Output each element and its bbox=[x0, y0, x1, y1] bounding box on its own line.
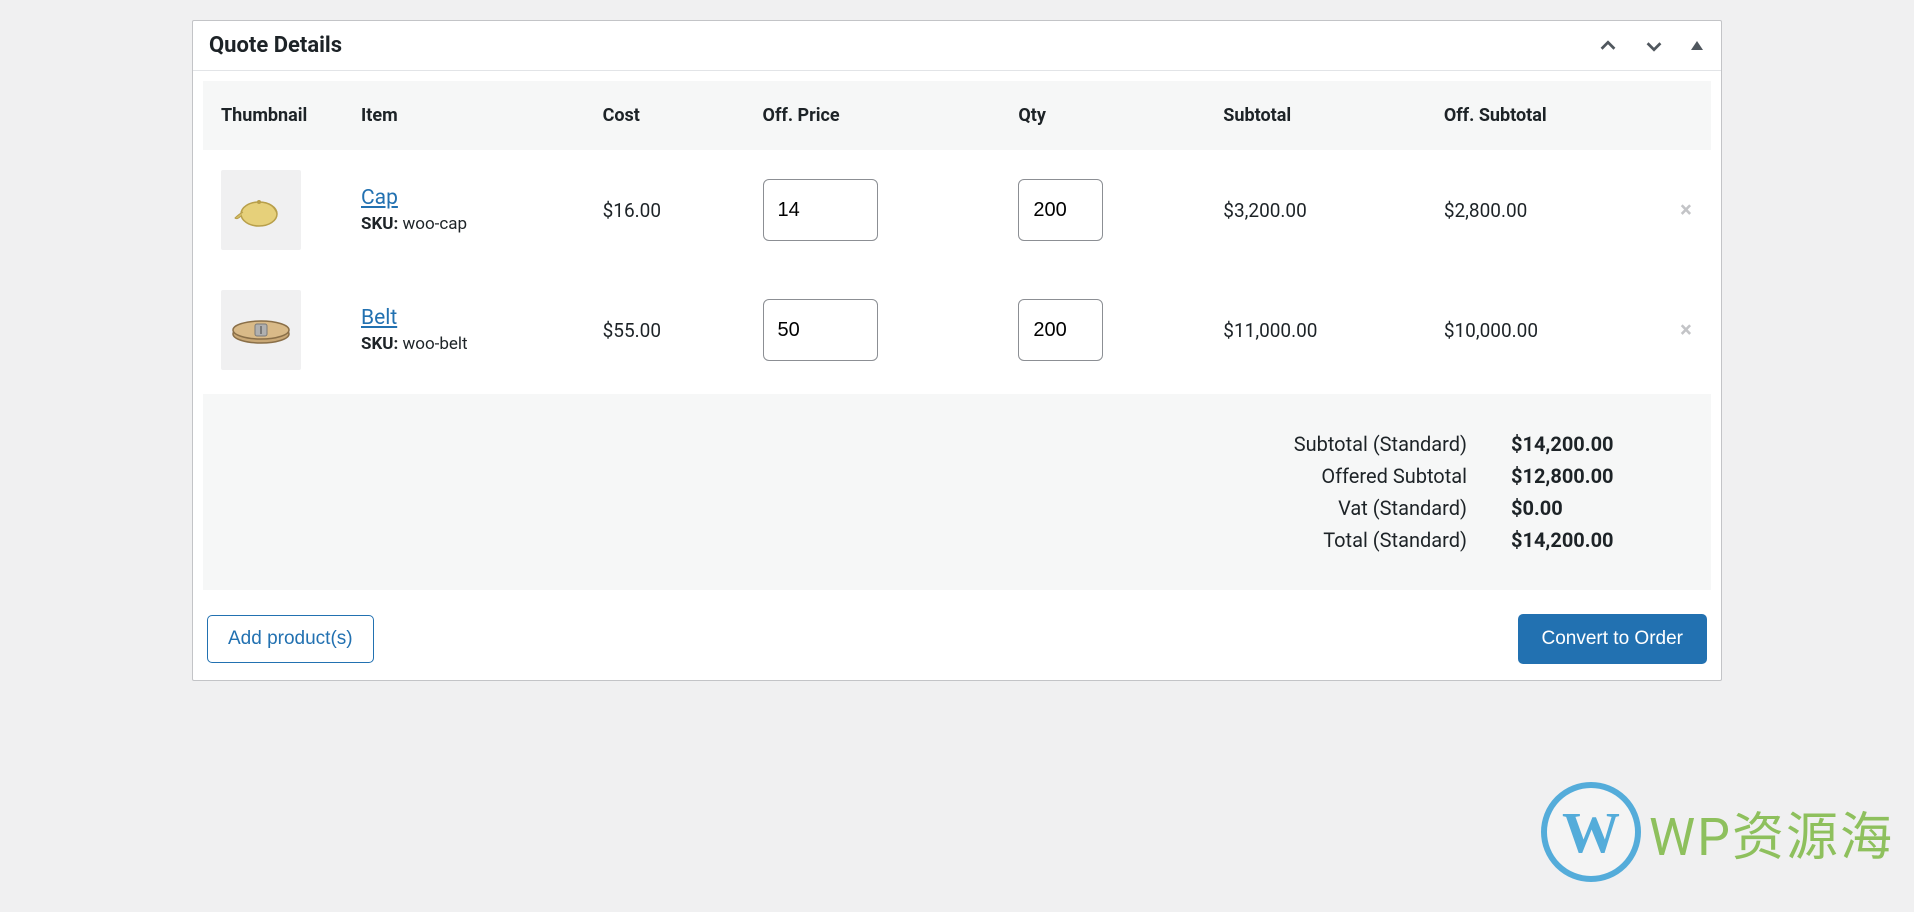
col-item: Item bbox=[343, 81, 585, 150]
product-thumbnail bbox=[221, 290, 301, 370]
panel-body: Thumbnail Item Cost Off. Price Qty Subto… bbox=[193, 71, 1721, 680]
cap-icon bbox=[233, 190, 289, 230]
totals-section: Subtotal (Standard) $14,200.00 Offered S… bbox=[203, 394, 1711, 590]
chevron-down-icon[interactable] bbox=[1643, 35, 1665, 57]
col-qty: Qty bbox=[1000, 81, 1205, 150]
sku-label: SKU: bbox=[361, 214, 398, 234]
actions-bar: Add product(s) Convert to Order bbox=[203, 614, 1711, 664]
sku-value: woo-cap bbox=[403, 214, 468, 234]
watermark-logo-icon: W bbox=[1541, 782, 1641, 882]
watermark: W WP资源海 bbox=[1541, 782, 1894, 882]
totals-value: $0.00 bbox=[1511, 496, 1671, 520]
off-price-input[interactable] bbox=[763, 299, 878, 361]
col-off-price: Off. Price bbox=[745, 81, 1001, 150]
remove-row-icon[interactable]: × bbox=[1680, 318, 1692, 343]
totals-value: $12,800.00 bbox=[1511, 464, 1671, 488]
col-subtotal: Subtotal bbox=[1205, 81, 1426, 150]
totals-label: Offered Subtotal bbox=[1321, 464, 1467, 488]
watermark-letter: W bbox=[1562, 799, 1620, 866]
totals-row-subtotal: Subtotal (Standard) $14,200.00 bbox=[243, 432, 1671, 456]
qty-input[interactable] bbox=[1018, 179, 1103, 241]
quote-items-table: Thumbnail Item Cost Off. Price Qty Subto… bbox=[203, 81, 1711, 390]
table-row: Cap SKU: woo-cap $16.00 $3,200.00 $2,800… bbox=[203, 150, 1711, 270]
totals-value: $14,200.00 bbox=[1511, 432, 1671, 456]
totals-row-offered: Offered Subtotal $12,800.00 bbox=[243, 464, 1671, 488]
totals-label: Total (Standard) bbox=[1323, 528, 1467, 552]
convert-to-order-button[interactable]: Convert to Order bbox=[1518, 614, 1708, 664]
sku-value: woo-belt bbox=[403, 334, 468, 354]
add-products-button[interactable]: Add product(s) bbox=[207, 615, 374, 663]
product-name-link[interactable]: Cap bbox=[361, 186, 398, 210]
quote-details-panel: Quote Details Thumbnail Item Cost Off. P… bbox=[192, 20, 1722, 681]
product-thumbnail bbox=[221, 170, 301, 250]
panel-header: Quote Details bbox=[193, 21, 1721, 71]
product-sku: SKU: woo-belt bbox=[361, 334, 567, 354]
col-cost: Cost bbox=[585, 81, 745, 150]
totals-label: Subtotal (Standard) bbox=[1294, 432, 1467, 456]
col-remove bbox=[1661, 81, 1711, 150]
totals-value: $14,200.00 bbox=[1511, 528, 1671, 552]
col-off-subtotal: Off. Subtotal bbox=[1426, 81, 1661, 150]
totals-row-total: Total (Standard) $14,200.00 bbox=[243, 528, 1671, 552]
subtotal-value: $3,200.00 bbox=[1205, 150, 1426, 270]
subtotal-value: $11,000.00 bbox=[1205, 270, 1426, 390]
cost-value: $55.00 bbox=[585, 270, 745, 390]
panel-title: Quote Details bbox=[209, 33, 342, 58]
remove-row-icon[interactable]: × bbox=[1680, 198, 1692, 223]
off-subtotal-value: $10,000.00 bbox=[1426, 270, 1661, 390]
collapse-triangle-icon[interactable] bbox=[1689, 38, 1705, 54]
off-subtotal-value: $2,800.00 bbox=[1426, 150, 1661, 270]
qty-input[interactable] bbox=[1018, 299, 1103, 361]
off-price-input[interactable] bbox=[763, 179, 878, 241]
panel-controls bbox=[1597, 35, 1705, 57]
totals-row-vat: Vat (Standard) $0.00 bbox=[243, 496, 1671, 520]
chevron-up-icon[interactable] bbox=[1597, 35, 1619, 57]
cost-value: $16.00 bbox=[585, 150, 745, 270]
belt-icon bbox=[229, 312, 293, 348]
table-row: Belt SKU: woo-belt $55.00 $11,000.00 $10… bbox=[203, 270, 1711, 390]
watermark-text: WP资源海 bbox=[1649, 795, 1894, 870]
sku-label: SKU: bbox=[361, 334, 398, 354]
product-name-link[interactable]: Belt bbox=[361, 306, 397, 330]
totals-label: Vat (Standard) bbox=[1338, 496, 1467, 520]
product-sku: SKU: woo-cap bbox=[361, 214, 567, 234]
col-thumbnail: Thumbnail bbox=[203, 81, 343, 150]
